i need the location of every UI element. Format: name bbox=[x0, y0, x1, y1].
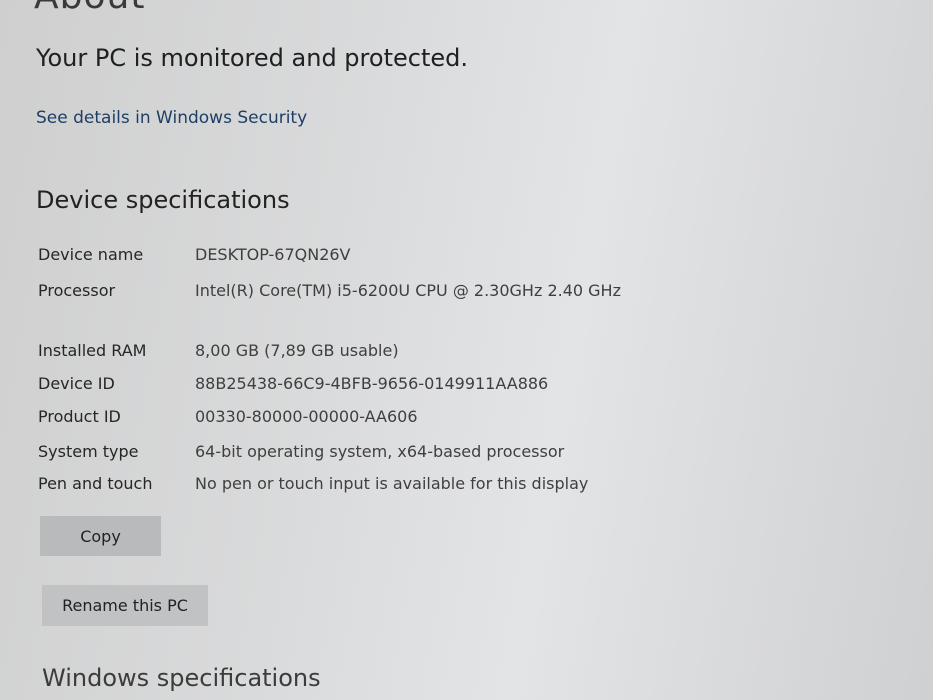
copy-button[interactable]: Copy bbox=[40, 516, 161, 556]
spec-value: DESKTOP-67QN26V bbox=[195, 245, 351, 264]
about-settings-page: About Your PC is monitored and protected… bbox=[0, 0, 933, 700]
spec-row-processor: Processor Intel(R) Core(TM) i5-6200U CPU… bbox=[38, 280, 638, 302]
spec-label: Processor bbox=[38, 281, 116, 300]
protection-status-text: Your PC is monitored and protected. bbox=[36, 44, 468, 72]
rename-pc-button[interactable]: Rename this PC bbox=[42, 585, 208, 626]
spec-label: Product ID bbox=[38, 407, 121, 426]
spec-value: No pen or touch input is available for t… bbox=[195, 474, 589, 493]
device-specifications-heading: Device specifications bbox=[36, 186, 290, 214]
windows-security-link[interactable]: See details in Windows Security bbox=[36, 108, 307, 128]
spec-label: Device name bbox=[38, 245, 144, 264]
spec-row-device-name: Device name DESKTOP-67QN26V bbox=[38, 244, 638, 266]
spec-label: Installed RAM bbox=[38, 341, 147, 360]
spec-label: System type bbox=[38, 442, 139, 461]
page-title: About bbox=[34, 0, 145, 17]
spec-row-installed-ram: Installed RAM 8,00 GB (7,89 GB usable) bbox=[38, 340, 638, 362]
spec-value: 88B25438-66C9-4BFB-9656-0149911AA886 bbox=[195, 374, 549, 393]
spec-value: 64-bit operating system, x64-based proce… bbox=[195, 442, 565, 461]
windows-specifications-heading: Windows specifications bbox=[42, 664, 321, 692]
spec-label: Pen and touch bbox=[38, 474, 153, 493]
spec-value: 8,00 GB (7,89 GB usable) bbox=[195, 341, 399, 360]
spec-row-pen-and-touch: Pen and touch No pen or touch input is a… bbox=[38, 473, 638, 495]
spec-row-system-type: System type 64-bit operating system, x64… bbox=[38, 441, 638, 463]
spec-value: Intel(R) Core(TM) i5-6200U CPU @ 2.30GHz… bbox=[195, 281, 621, 300]
spec-row-device-id: Device ID 88B25438-66C9-4BFB-9656-014991… bbox=[38, 373, 638, 395]
spec-row-product-id: Product ID 00330-80000-00000-AA606 bbox=[38, 406, 638, 428]
spec-value: 00330-80000-00000-AA606 bbox=[195, 407, 418, 426]
spec-label: Device ID bbox=[38, 374, 115, 393]
